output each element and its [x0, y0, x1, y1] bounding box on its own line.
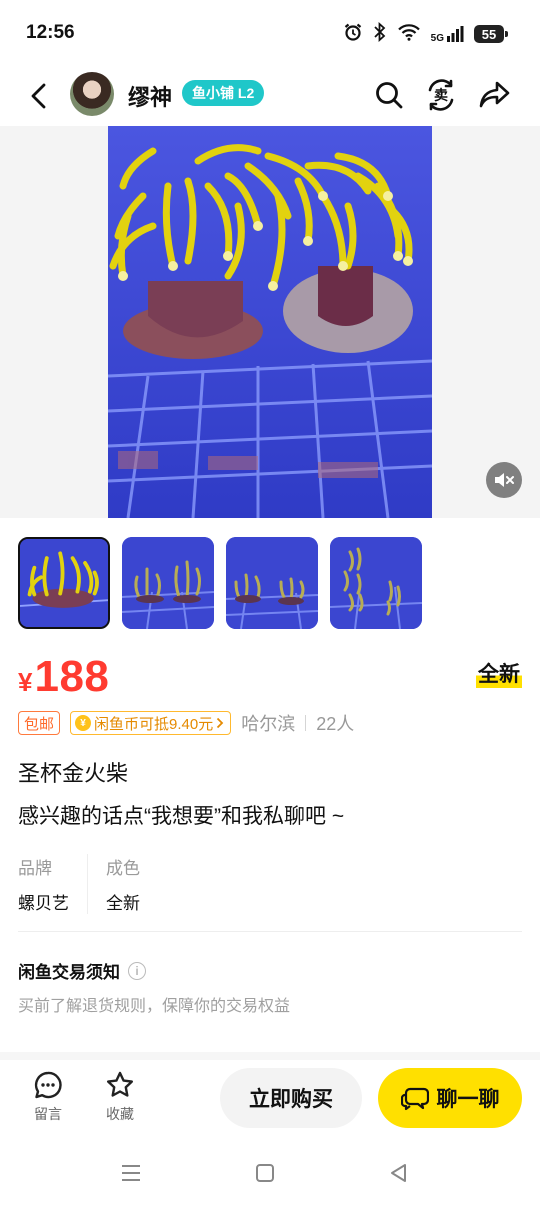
back-nav-button[interactable] — [384, 1160, 414, 1186]
share-icon — [479, 81, 510, 108]
chevron-right-icon — [217, 717, 224, 729]
badge-row: 包邮 ¥ 闲鱼币可抵9.40元 哈尔滨 22人 — [18, 710, 354, 736]
section-gap — [0, 1052, 540, 1060]
back-button[interactable] — [22, 78, 58, 114]
seller-name[interactable]: 缪神 — [128, 80, 172, 112]
menu-icon — [122, 1165, 140, 1181]
item-title: 圣杯金火柴 — [18, 761, 129, 786]
divider — [305, 715, 307, 731]
status-time: 12:56 — [26, 22, 75, 43]
back-icon — [31, 83, 46, 109]
trade-notice-subtitle: 买前了解退货规则，保障你的交易权益 — [18, 998, 291, 1015]
buy-now-button[interactable]: 立即购买 — [220, 1068, 362, 1128]
price-currency: ¥ — [18, 667, 33, 697]
wifi-icon — [397, 23, 421, 46]
top-nav: 缪神 鱼小铺 L2 卖 — [0, 68, 540, 124]
bottom-action-bar: 留言 收藏 立即购买 聊一聊 — [0, 1060, 540, 1140]
status-bar: 12:56 5G 55 — [0, 0, 540, 68]
sell-icon: 卖 — [428, 79, 454, 111]
sell-icon-glyph: 卖 — [434, 87, 448, 104]
star-icon — [107, 1071, 133, 1097]
home-button[interactable] — [250, 1160, 280, 1186]
free-shipping-badge: 包邮 — [18, 711, 61, 735]
triangle-back-icon — [391, 1164, 406, 1182]
coin-discount-badge[interactable]: ¥ 闲鱼币可抵9.40元 — [70, 711, 232, 735]
item-description: 感兴趣的话点“我想要”和我私聊吧 ~ — [18, 805, 345, 828]
trade-notice-title: 闲鱼交易须知 — [18, 963, 120, 982]
recents-button[interactable] — [116, 1160, 146, 1186]
attribute-condition: 成色 全新 — [106, 854, 158, 914]
attribute-label: 品牌 — [18, 859, 52, 878]
price-value: 188 — [34, 652, 110, 701]
thumbnail-3[interactable] — [226, 537, 318, 629]
coin-discount-text: 闲鱼币可抵9.40元 — [94, 715, 214, 733]
comment-icon — [34, 1071, 62, 1099]
location: 哈尔滨 — [241, 714, 296, 734]
home-icon — [256, 1164, 274, 1182]
attribute-brand: 品牌 螺贝艺 — [18, 854, 88, 914]
condition-tag: 全新 — [476, 658, 522, 688]
status-icons: 5G 55 — [343, 20, 508, 48]
coral-photo — [108, 126, 432, 518]
shop-level-badge[interactable]: 鱼小铺 L2 — [182, 80, 265, 106]
chat-button[interactable]: 聊一聊 — [378, 1068, 522, 1128]
favorite-label: 收藏 — [106, 1106, 134, 1122]
search-button[interactable] — [370, 76, 408, 114]
favorite-button[interactable]: 收藏 — [90, 1070, 150, 1124]
alarm-icon — [343, 22, 363, 47]
network-type: 5G — [430, 33, 444, 44]
info-icon[interactable]: i — [128, 961, 146, 980]
mute-icon — [495, 473, 514, 487]
chat-icon — [400, 1087, 429, 1111]
share-button[interactable] — [476, 76, 514, 114]
comment-label: 留言 — [34, 1106, 62, 1122]
bluetooth-icon — [373, 21, 387, 47]
attribute-list: 品牌 螺贝艺 成色 全新 — [18, 854, 176, 914]
trade-notice[interactable]: 闲鱼交易须知 i — [18, 958, 146, 983]
thumbnail-strip — [18, 537, 422, 629]
search-icon — [376, 82, 403, 109]
signal-icon: 5G — [430, 25, 464, 44]
thumbnail-4[interactable] — [330, 537, 422, 629]
attribute-value: 全新 — [106, 894, 140, 913]
product-media — [0, 126, 540, 518]
thumbnail-2[interactable] — [122, 537, 214, 629]
section-divider — [18, 931, 522, 932]
system-nav-bar — [0, 1140, 540, 1206]
seller-avatar[interactable] — [70, 72, 114, 116]
chat-label: 聊一聊 — [436, 1088, 500, 1111]
want-count: 22人 — [316, 714, 355, 734]
thumbnail-1[interactable] — [18, 537, 110, 629]
mute-button[interactable] — [486, 462, 522, 498]
battery-icon: 55 — [474, 25, 508, 43]
attribute-label: 成色 — [106, 859, 140, 878]
coin-icon: ¥ — [75, 715, 92, 731]
price: ¥ 188 — [18, 652, 109, 702]
product-video[interactable] — [108, 126, 432, 518]
attribute-value: 螺贝艺 — [18, 894, 69, 913]
comment-button[interactable]: 留言 — [18, 1070, 78, 1124]
sell-button[interactable]: 卖 — [422, 76, 460, 114]
